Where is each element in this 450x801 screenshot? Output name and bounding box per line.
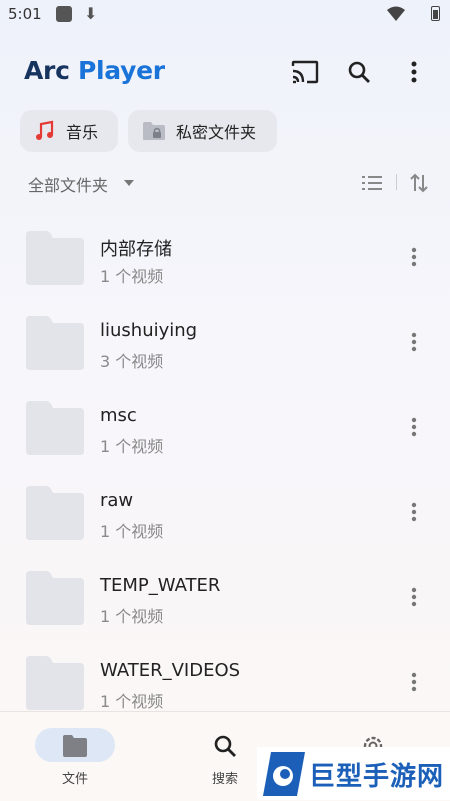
folder-more-button[interactable] (402, 585, 426, 609)
search-icon (214, 735, 236, 757)
more-vert-icon (411, 502, 417, 522)
folder-more-button[interactable] (402, 330, 426, 354)
folder-row[interactable]: 内部存储 1 个视频 (0, 215, 450, 300)
folder-icon (63, 735, 87, 757)
search-button[interactable] (343, 56, 375, 88)
more-vert-icon (411, 332, 417, 352)
folder-name: raw (100, 490, 134, 511)
cast-button[interactable] (289, 56, 321, 88)
folder-more-button[interactable] (402, 500, 426, 524)
filter-row: 全部文件夹 (0, 168, 450, 198)
watermark-logo (263, 752, 305, 796)
overflow-menu-button[interactable] (398, 56, 430, 88)
locked-folder-icon (142, 121, 166, 141)
private-folder-chip-label: 私密文件夹 (176, 123, 257, 142)
folder-video-count: 1 个视频 (100, 522, 164, 541)
dropdown-caret-icon (124, 180, 134, 186)
folder-name: WATER_VIDEOS (100, 660, 241, 681)
wifi-icon (387, 6, 405, 21)
logo-arc: Arc (24, 56, 70, 85)
more-vert-icon (411, 417, 417, 437)
music-chip[interactable]: 音乐 (20, 110, 118, 152)
watermark: 巨型手游网 (257, 747, 450, 800)
folder-icon (26, 231, 84, 285)
folder-icon (26, 571, 84, 625)
watermark-text: 巨型手游网 (309, 762, 445, 792)
music-note-icon (34, 120, 56, 142)
folder-row[interactable]: liushuiying 3 个视频 (0, 300, 450, 385)
folder-video-count: 1 个视频 (100, 607, 164, 626)
download-icon: ⬇ (84, 4, 98, 23)
folder-icon (26, 316, 84, 370)
folder-more-button[interactable] (402, 670, 426, 694)
notification-app-icon (56, 6, 72, 22)
folder-video-count: 1 个视频 (100, 437, 164, 456)
nav-item-files[interactable]: 文件 (35, 712, 145, 801)
folder-icon (26, 401, 84, 455)
more-vert-icon (411, 61, 417, 83)
folder-name: TEMP_WATER (100, 575, 221, 596)
more-vert-icon (411, 247, 417, 267)
folder-video-count: 3 个视频 (100, 352, 164, 371)
sort-icon[interactable] (408, 171, 430, 195)
cast-icon (291, 60, 319, 84)
app-header: Arc Player (0, 50, 450, 96)
folder-name: msc (100, 405, 137, 426)
status-time: 5:01 (8, 5, 42, 23)
more-vert-icon (411, 587, 417, 607)
folder-name: liushuiying (100, 320, 198, 341)
folder-video-count: 1 个视频 (100, 267, 164, 286)
logo-player: Player (69, 56, 165, 85)
folder-row[interactable]: raw 1 个视频 (0, 470, 450, 555)
private-folder-chip[interactable]: 私密文件夹 (128, 110, 277, 152)
nav-label-search: 搜索 (211, 772, 238, 787)
battery-icon (431, 6, 440, 21)
status-bar: 5:01 ⬇ (0, 0, 450, 30)
folder-icon (26, 656, 84, 710)
folder-more-button[interactable] (402, 245, 426, 269)
app-logo: Arc Player (24, 56, 165, 85)
folder-row[interactable]: msc 1 个视频 (0, 385, 450, 470)
nav-label-files: 文件 (61, 772, 88, 787)
folder-name: 内部存储 (100, 239, 172, 260)
search-icon (348, 61, 370, 83)
folder-icon (26, 486, 84, 540)
folder-filter-dropdown[interactable]: 全部文件夹 (28, 172, 108, 196)
folder-more-button[interactable] (402, 415, 426, 439)
folder-row[interactable]: TEMP_WATER 1 个视频 (0, 555, 450, 640)
folder-video-count: 1 个视频 (100, 692, 164, 711)
music-chip-label: 音乐 (66, 123, 99, 142)
list-view-icon[interactable] (360, 172, 384, 194)
toolbar-divider (396, 174, 397, 190)
more-vert-icon (411, 672, 417, 692)
